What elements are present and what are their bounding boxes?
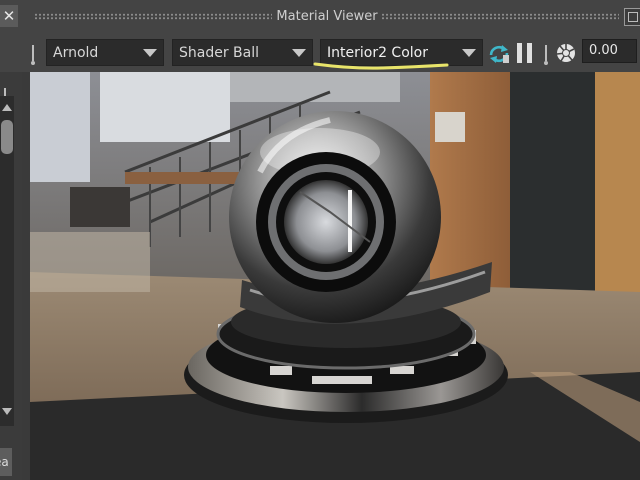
exposure-input[interactable]: 0.00 — [582, 39, 637, 63]
close-button[interactable]: ✕ — [0, 5, 18, 27]
drag-grip-right[interactable] — [381, 13, 619, 20]
render-preview-image — [30, 72, 640, 480]
chevron-down-icon — [462, 49, 476, 57]
scroll-down-arrow-icon[interactable] — [2, 408, 12, 415]
render-viewport[interactable] — [30, 72, 640, 480]
toolbar-separator — [544, 41, 548, 67]
scroll-up-arrow-icon[interactable] — [2, 104, 12, 111]
title-bar: ✕ Material Viewer — [0, 0, 640, 36]
float-window-button[interactable] — [624, 8, 640, 26]
window-title: Material Viewer — [276, 9, 378, 24]
exposure-aperture-icon[interactable] — [556, 43, 576, 63]
chevron-down-icon — [143, 49, 157, 57]
side-panel-tab[interactable]: ea — [0, 448, 12, 476]
refresh-render-icon[interactable] — [487, 42, 511, 66]
chevron-down-icon — [292, 49, 306, 57]
scrollbar-thumb[interactable] — [1, 120, 13, 154]
drag-grip-left[interactable] — [34, 13, 272, 20]
highlight-underline-annotation — [313, 62, 449, 70]
environment-dropdown-label: Interior2 Color — [327, 45, 428, 61]
renderer-dropdown[interactable]: Arnold — [46, 39, 164, 66]
renderer-dropdown-label: Arnold — [53, 45, 99, 61]
toolbar-separator — [31, 41, 35, 67]
pause-icon[interactable] — [517, 43, 533, 63]
geometry-dropdown-label: Shader Ball — [179, 45, 260, 61]
geometry-dropdown[interactable]: Shader Ball — [172, 39, 313, 66]
